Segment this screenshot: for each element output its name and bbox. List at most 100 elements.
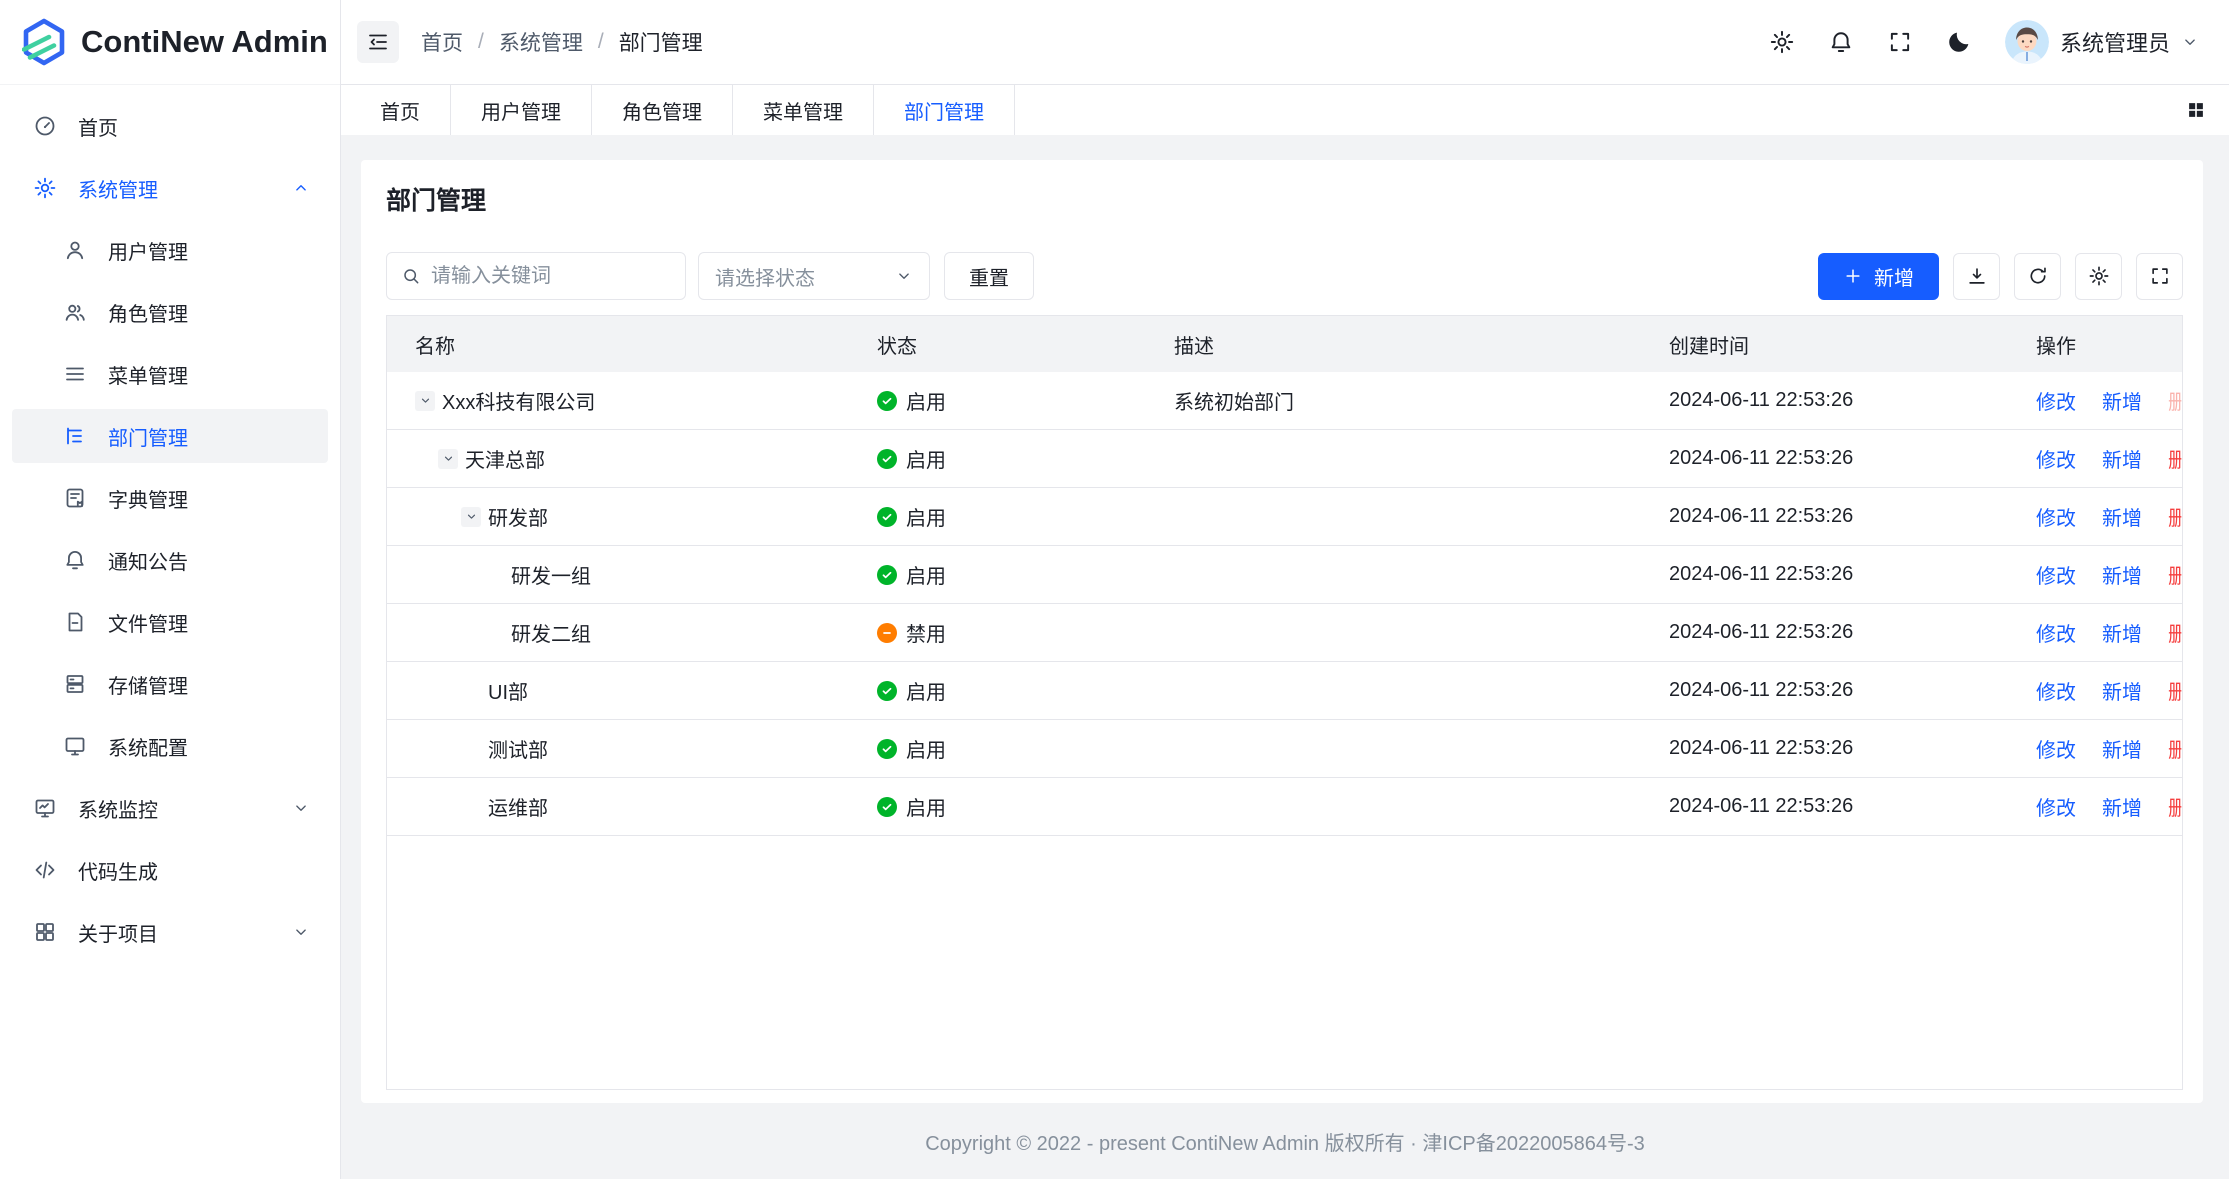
- department-name: 研发二组: [511, 618, 591, 647]
- status-select-placeholder: 请选择状态: [715, 262, 815, 291]
- chevron-down-icon: [292, 799, 310, 817]
- actions-cell: 修改新增删除: [2008, 676, 2182, 705]
- search-input[interactable]: [431, 265, 671, 288]
- sidebar-item-用户管理[interactable]: 用户管理: [12, 223, 328, 277]
- notifications-button[interactable]: [1828, 29, 1854, 55]
- tab-actions-button[interactable]: [2185, 99, 2207, 121]
- theme-toggle-button[interactable]: [1946, 29, 1972, 55]
- sidebar-item-首页[interactable]: 首页: [12, 99, 328, 153]
- sidebar-item-字典管理[interactable]: 字典管理: [12, 471, 328, 525]
- modify-link[interactable]: 修改: [2036, 502, 2076, 531]
- tab-用户管理[interactable]: 用户管理: [451, 85, 592, 135]
- sidebar-item-部门管理[interactable]: 部门管理: [12, 409, 328, 463]
- sidebar-item-菜单管理[interactable]: 菜单管理: [12, 347, 328, 401]
- sidebar-item-label: 菜单管理: [108, 360, 188, 389]
- logo[interactable]: ContiNew Admin: [0, 0, 340, 85]
- settings-button[interactable]: [1769, 29, 1795, 55]
- status-cell: 禁用: [849, 618, 1146, 647]
- actions-cell: 修改新增删除: [2008, 560, 2182, 589]
- delete-link[interactable]: 删除: [2168, 676, 2182, 705]
- table-header: 名称状态描述创建时间操作: [387, 316, 2182, 372]
- sidebar-item-系统监控[interactable]: 系统监控: [12, 781, 328, 835]
- menu-icon: [63, 362, 87, 386]
- expand-toggle[interactable]: [438, 449, 458, 469]
- add-link[interactable]: 新增: [2102, 618, 2142, 647]
- department-name: 天津总部: [465, 444, 545, 473]
- tab-部门管理[interactable]: 部门管理: [874, 85, 1015, 135]
- settings-icon: [33, 176, 57, 200]
- desktop-icon: [63, 734, 87, 758]
- toolbar-actions: 新增: [1818, 253, 2183, 300]
- name-cell: 测试部: [387, 734, 849, 763]
- users-icon: [63, 300, 87, 324]
- add-link[interactable]: 新增: [2102, 560, 2142, 589]
- download-button[interactable]: [1953, 253, 2000, 300]
- modify-link[interactable]: 修改: [2036, 444, 2076, 473]
- fullscreen-button[interactable]: [2136, 253, 2183, 300]
- name-cell: 研发二组: [387, 618, 849, 647]
- sidebar-item-文件管理[interactable]: 文件管理: [12, 595, 328, 649]
- user-name: 系统管理员: [2060, 26, 2170, 58]
- sidebar-item-label: 代码生成: [78, 856, 158, 885]
- breadcrumb-item[interactable]: 部门管理: [619, 27, 703, 57]
- name-cell: 运维部: [387, 792, 849, 821]
- reset-button[interactable]: 重置: [944, 252, 1034, 300]
- expand-toggle[interactable]: [461, 507, 481, 527]
- modify-link[interactable]: 修改: [2036, 386, 2076, 415]
- column-header-操作: 操作: [2008, 330, 2182, 359]
- add-link[interactable]: 新增: [2102, 734, 2142, 763]
- sidebar-item-存储管理[interactable]: 存储管理: [12, 657, 328, 711]
- user-menu[interactable]: 系统管理员: [2005, 20, 2199, 64]
- header-actions: 系统管理员: [1769, 20, 2199, 64]
- tab-首页[interactable]: 首页: [349, 85, 451, 135]
- add-link[interactable]: 新增: [2102, 502, 2142, 531]
- sidebar-item-系统配置[interactable]: 系统配置: [12, 719, 328, 773]
- sidebar-item-label: 关于项目: [78, 918, 158, 947]
- delete-link[interactable]: 删除: [2168, 734, 2182, 763]
- content-area: 部门管理 请选择状态 重置 新增: [341, 135, 2229, 1179]
- sidebar-item-通知公告[interactable]: 通知公告: [12, 533, 328, 587]
- modify-link[interactable]: 修改: [2036, 618, 2076, 647]
- status-cell: 启用: [849, 734, 1146, 763]
- add-link[interactable]: 新增: [2102, 444, 2142, 473]
- sidebar-item-系统管理[interactable]: 系统管理: [12, 161, 328, 215]
- add-link[interactable]: 新增: [2102, 386, 2142, 415]
- sidebar-item-label: 存储管理: [108, 670, 188, 699]
- modify-link[interactable]: 修改: [2036, 734, 2076, 763]
- sidebar-item-代码生成[interactable]: 代码生成: [12, 843, 328, 897]
- sidebar-item-角色管理[interactable]: 角色管理: [12, 285, 328, 339]
- table-row: UI部启用2024-06-11 22:53:26修改新增删除: [387, 662, 2182, 720]
- breadcrumb-item[interactable]: 首页: [421, 27, 463, 57]
- delete-link[interactable]: 删除: [2168, 444, 2182, 473]
- status-cell: 启用: [849, 444, 1146, 473]
- status-label: 禁用: [906, 618, 946, 647]
- settings-button[interactable]: [2075, 253, 2122, 300]
- modify-link[interactable]: 修改: [2036, 560, 2076, 589]
- delete-link[interactable]: 删除: [2168, 792, 2182, 821]
- sidebar-item-label: 用户管理: [108, 236, 188, 265]
- sidebar-item-关于项目[interactable]: 关于项目: [12, 905, 328, 959]
- refresh-button[interactable]: [2014, 253, 2061, 300]
- expand-toggle[interactable]: [415, 391, 435, 411]
- collapse-sidebar-button[interactable]: [357, 21, 399, 63]
- add-button[interactable]: 新增: [1818, 253, 1939, 300]
- delete-link[interactable]: 删除: [2168, 560, 2182, 589]
- delete-link[interactable]: 删除: [2168, 618, 2182, 647]
- fullscreen-button[interactable]: [1887, 29, 1913, 55]
- created-time-cell: 2024-06-11 22:53:26: [1641, 505, 2008, 528]
- tab-菜单管理[interactable]: 菜单管理: [733, 85, 874, 135]
- add-link[interactable]: 新增: [2102, 676, 2142, 705]
- add-link[interactable]: 新增: [2102, 792, 2142, 821]
- created-time: 2024-06-11 22:53:26: [1669, 795, 1853, 818]
- breadcrumb-item[interactable]: 系统管理: [499, 27, 583, 57]
- tab-角色管理[interactable]: 角色管理: [592, 85, 733, 135]
- delete-link[interactable]: 删除: [2168, 502, 2182, 531]
- modify-link[interactable]: 修改: [2036, 792, 2076, 821]
- modify-link[interactable]: 修改: [2036, 676, 2076, 705]
- sidebar-item-label: 字典管理: [108, 484, 188, 513]
- description-text: 系统初始部门: [1174, 386, 1294, 415]
- status-select[interactable]: 请选择状态: [698, 252, 930, 300]
- main-column: 首页/系统管理/部门管理: [341, 0, 2229, 1179]
- created-time: 2024-06-11 22:53:26: [1669, 447, 1853, 470]
- sidebar-item-label: 系统管理: [78, 174, 158, 203]
